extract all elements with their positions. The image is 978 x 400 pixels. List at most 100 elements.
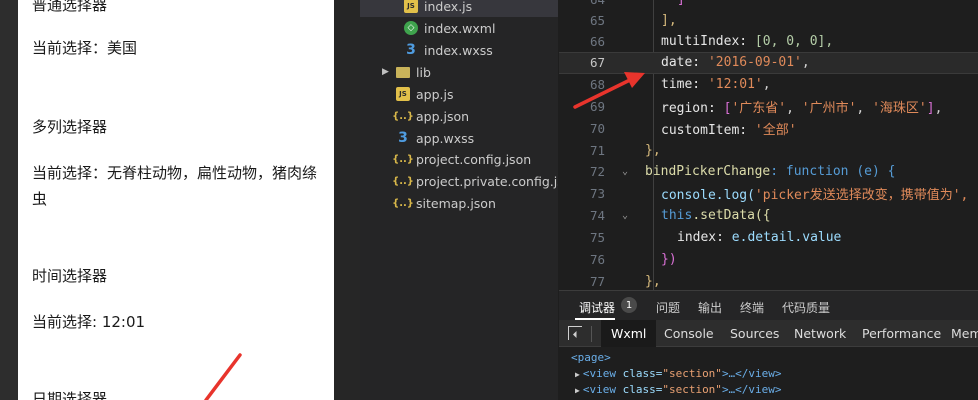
code-line: 70 customItem: '全部' [559, 118, 978, 140]
code-line: 75 index: e.detail.value [559, 227, 978, 249]
tab-wxml[interactable]: Wxml [601, 320, 657, 347]
devtools-toolbar: Wxml Console Sources Network Performance… [559, 320, 978, 347]
tab-network[interactable]: Network [794, 326, 846, 341]
line-number: 66 [589, 34, 605, 50]
code-line: 73 console.log('picker发送选择改变，携带值为', [559, 183, 978, 205]
wxml-view-node[interactable]: ▶ <view class="section">…</view> [575, 367, 782, 380]
file-index-wxss[interactable]: 3 index.wxss [360, 39, 558, 61]
wxml-tag: <page> [571, 351, 611, 364]
folder-label: lib [416, 64, 431, 80]
tab-terminal[interactable]: 终端 [740, 299, 764, 316]
chevron-right-icon[interactable]: ▶ [382, 67, 389, 77]
line-number: 76 [589, 252, 605, 268]
tab-performance[interactable]: Performance [862, 326, 941, 341]
code-line: 72 ⌄ bindPickerChange: function (e) { [559, 161, 978, 183]
code-line: 64 ] [559, 0, 978, 11]
code-text: }, [645, 274, 661, 290]
triangle-right-icon[interactable]: ▶ [575, 386, 580, 395]
issue-count-badge: 1 [621, 297, 637, 313]
wxss-icon: 3 [398, 130, 408, 146]
js-icon: JS [404, 0, 418, 13]
tab-output[interactable]: 输出 [698, 299, 722, 316]
code-line: 71 }, [559, 140, 978, 162]
file-label: app.json [416, 108, 470, 124]
code-line: 68 time: '12:01', [559, 74, 978, 96]
file-explorer: JS index.js ◇ index.wxml 3 index.wxss ▶ … [360, 0, 558, 400]
file-label: index.js [424, 0, 473, 14]
code-key: customItem: [661, 123, 755, 139]
line-number: 74 [589, 208, 605, 224]
wxml-attr-value: "section" [662, 367, 722, 380]
code-value: [0, 0, 0], [754, 34, 834, 50]
wxml-attr: class= [622, 367, 663, 380]
code-line-current: 67 date: '2016-09-01', [559, 52, 978, 74]
folder-icon [396, 66, 410, 78]
file-label: project.private.config.js... [416, 173, 558, 189]
line-number: 77 [589, 274, 605, 290]
normal-picker-heading: 普通选择器 [32, 0, 108, 14]
simulator-preview: 普通选择器 当前选择：美国 多列选择器 当前选择：无脊柱动物，扁性动物，猪肉绦虫… [18, 0, 334, 400]
inspect-element-icon[interactable] [568, 326, 582, 340]
multi-picker-value[interactable]: 当前选择：无脊柱动物，扁性动物，猪肉绦虫 [32, 160, 322, 212]
code-value: 'picker发送选择改变，携带值为', [754, 188, 969, 204]
file-project-private-config[interactable]: {..} project.private.config.js... [360, 170, 558, 192]
tab-sources[interactable]: Sources [730, 326, 779, 341]
file-label: index.wxss [424, 42, 493, 58]
code-value: '海珠区' [872, 101, 927, 117]
folder-lib[interactable]: ▶ lib [360, 61, 558, 83]
tab-console[interactable]: Console [664, 326, 714, 341]
code-key: date: [661, 55, 708, 71]
code-text: }) [661, 252, 677, 268]
wxml-page-node[interactable]: <page> [571, 351, 611, 364]
file-label: project.config.json [416, 151, 532, 167]
wxml-attr-value: "section" [662, 383, 722, 396]
time-picker-value[interactable]: 当前选择: 12:01 [32, 309, 145, 335]
code-key: region: [661, 101, 724, 117]
file-app-wxss[interactable]: 3 app.wxss [360, 127, 558, 149]
wxml-icon: ◇ [404, 21, 418, 35]
time-picker-heading: 时间选择器 [32, 267, 108, 285]
code-punct: , [762, 77, 771, 93]
chevron-down-icon[interactable]: ⌄ [605, 166, 645, 177]
code-text: console.log( [661, 188, 755, 204]
file-label: app.wxss [416, 130, 475, 146]
code-value: '2016-09-01' [707, 55, 802, 71]
file-index-wxml[interactable]: ◇ index.wxml [360, 17, 558, 39]
code-line: 76 }) [559, 249, 978, 271]
line-number: 71 [589, 143, 605, 159]
code-line: 66 multiIndex: [0, 0, 0], [559, 31, 978, 53]
code-text: ], [661, 13, 677, 29]
tab-code-quality[interactable]: 代码质量 [782, 299, 830, 316]
file-app-json[interactable]: {..} app.json [360, 105, 558, 127]
code-key: time: [661, 77, 708, 93]
toolbar-divider [591, 326, 592, 342]
file-index-js[interactable]: JS index.js [360, 0, 558, 17]
wxml-tag: <view [582, 383, 623, 396]
wxss-icon: 3 [406, 42, 416, 58]
code-editor[interactable]: 64 ] 65 ], 66 multiIndex: [0, 0, 0], 67 … [559, 0, 978, 290]
file-label: index.wxml [424, 20, 496, 36]
code-text: : function (e) { [770, 164, 896, 180]
json-icon: {..} [392, 175, 414, 187]
wxml-view-node[interactable]: ▶ <view class="section">…</view> [575, 383, 782, 396]
date-picker-heading: 日期选择器 [32, 390, 108, 400]
code-value: '12:01' [707, 77, 763, 93]
code-value: '广东省' [731, 101, 787, 117]
tab-memory[interactable]: Mem [951, 326, 978, 341]
tab-problems[interactable]: 问题 [656, 299, 680, 316]
code-punct: , [801, 55, 810, 71]
file-sitemap-json[interactable]: {..} sitemap.json [360, 192, 558, 214]
tab-debugger[interactable]: 调试器 [579, 299, 615, 316]
chevron-down-icon[interactable]: ⌄ [605, 210, 645, 221]
file-app-js[interactable]: JS app.js [360, 83, 558, 105]
triangle-right-icon[interactable]: ▶ [575, 370, 580, 379]
file-label: sitemap.json [416, 195, 496, 211]
file-project-config[interactable]: {..} project.config.json [360, 148, 558, 170]
wxml-tree: <page> ▶ <view class="section">…</view> ▶… [559, 347, 978, 400]
json-icon: {..} [392, 153, 414, 165]
line-number: 72 [589, 164, 605, 180]
line-number: 69 [589, 99, 605, 115]
normal-picker-value[interactable]: 当前选择：美国 [32, 35, 137, 61]
line-number: 67 [589, 55, 605, 71]
wxml-attr: class= [622, 383, 663, 396]
